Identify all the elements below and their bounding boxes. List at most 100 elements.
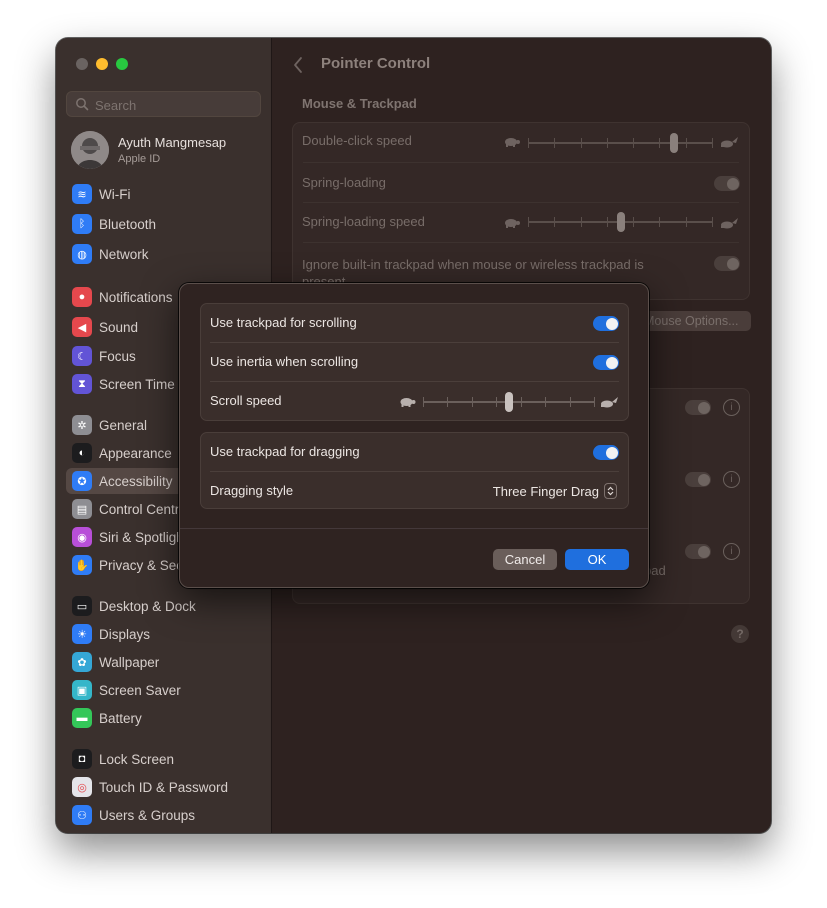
dragging-style-popup[interactable]: Three Finger Drag xyxy=(493,483,617,499)
sidebar-item-label: Screen Time xyxy=(99,376,175,392)
users-icon: ⚇ xyxy=(72,805,92,825)
trackpad-options-sheet: Use trackpad for scrolling Use inertia w… xyxy=(179,283,649,588)
search-input[interactable] xyxy=(93,95,257,115)
scrolling-toggle[interactable] xyxy=(593,316,619,331)
double-click-speed-slider[interactable] xyxy=(528,133,713,153)
info-icon[interactable]: i xyxy=(723,399,740,416)
hourglass-icon: ⧗ xyxy=(72,374,92,394)
sidebar-item-bluetooth[interactable]: ᛒ Bluetooth xyxy=(66,211,263,237)
turtle-icon xyxy=(505,219,520,228)
sidebar-item-network[interactable]: ◍ Network xyxy=(66,241,263,267)
avatar xyxy=(71,131,109,169)
info-icon[interactable]: i xyxy=(723,543,740,560)
inertia-row: Use inertia when scrolling xyxy=(201,343,628,382)
accessibility-icon: ✪ xyxy=(72,471,92,491)
mouse-trackpad-group: Double-click speed Spring-loading Spring… xyxy=(292,122,750,300)
sidebar-item-label: Notifications xyxy=(99,289,173,305)
sidebar-item-label: Siri & Spotlight xyxy=(99,529,188,545)
spring-loading-speed-label: Spring-loading speed xyxy=(302,214,425,229)
apple-id-account[interactable]: Ayuth Mangmesap Apple ID xyxy=(71,131,266,171)
sidebar-item-label: Control Centre xyxy=(99,501,187,517)
sidebar-item-desktop-dock[interactable]: ▭ Desktop & Dock xyxy=(66,593,263,619)
ignore-trackpad-toggle[interactable] xyxy=(714,256,740,271)
trackpad-option-toggle-2[interactable] xyxy=(685,472,711,487)
dragging-style-row: Dragging style Three Finger Drag xyxy=(201,472,628,511)
up-down-chevron-icon xyxy=(604,483,617,499)
slider-knob[interactable] xyxy=(670,133,678,153)
slider-knob[interactable] xyxy=(617,212,625,232)
spring-loading-speed-slider[interactable] xyxy=(528,212,713,232)
bell-icon: ● xyxy=(72,287,92,307)
inertia-toggle[interactable] xyxy=(593,355,619,370)
mouse-options-button[interactable]: Mouse Options... xyxy=(636,311,751,331)
minimize-button[interactable] xyxy=(96,58,108,70)
appearance-icon: ◐ xyxy=(72,443,92,463)
double-click-speed-label: Double-click speed xyxy=(302,133,412,148)
rabbit-icon xyxy=(721,218,738,229)
sidebar-item-label: Displays xyxy=(99,626,151,642)
scrolling-row: Use trackpad for scrolling xyxy=(201,304,628,343)
close-button[interactable] xyxy=(76,58,88,70)
sidebar-item-label: Battery xyxy=(99,710,142,726)
inertia-label: Use inertia when scrolling xyxy=(210,354,359,369)
fingerprint-icon: ◎ xyxy=(72,777,92,797)
dragging-group: Use trackpad for dragging Dragging style… xyxy=(200,432,629,509)
sidebar-item-label: Network xyxy=(99,246,149,262)
sidebar-item-battery[interactable]: ▬ Battery xyxy=(66,705,263,731)
sidebar-item-displays[interactable]: ☀ Displays xyxy=(66,621,263,647)
spring-loading-toggle[interactable] xyxy=(714,176,740,191)
zoom-button[interactable] xyxy=(116,58,128,70)
sidebar-item-label: Sound xyxy=(99,319,139,335)
dock-icon: ▭ xyxy=(72,596,92,616)
rabbit-icon xyxy=(601,397,618,408)
sidebar-item-label: Appearance xyxy=(99,445,172,461)
bluetooth-icon: ᛒ xyxy=(72,214,92,234)
scrolling-label: Use trackpad for scrolling xyxy=(210,315,357,330)
dragging-toggle[interactable] xyxy=(593,445,619,460)
sidebar-item-label: Bluetooth xyxy=(99,216,157,232)
sidebar-item-users-groups[interactable]: ⚇ Users & Groups xyxy=(66,802,263,828)
rabbit-icon xyxy=(721,137,738,148)
dragging-style-label: Dragging style xyxy=(210,483,294,498)
scroll-speed-label: Scroll speed xyxy=(210,393,282,408)
sidebar-item-wallpaper[interactable]: ✿ Wallpaper xyxy=(66,649,263,675)
page-title: Pointer Control xyxy=(321,55,431,72)
moon-icon: ☾ xyxy=(72,346,92,366)
sidebar-item-label: Users & Groups xyxy=(99,807,196,823)
account-subtitle: Apple ID xyxy=(118,153,161,165)
spring-loading-label: Spring-loading xyxy=(302,175,386,190)
cancel-button[interactable]: Cancel xyxy=(493,549,557,570)
back-chevron-icon[interactable] xyxy=(292,56,304,74)
turtle-icon xyxy=(400,398,416,407)
sidebar-item-label: Desktop & Dock xyxy=(99,598,196,614)
trackpad-option-toggle-3[interactable] xyxy=(685,544,711,559)
turtle-icon xyxy=(505,138,520,147)
gear-icon: ✲ xyxy=(72,415,92,435)
battery-icon: ▬ xyxy=(72,708,92,728)
sidebar-item-screen-saver[interactable]: ▣ Screen Saver xyxy=(66,677,263,703)
search-field[interactable] xyxy=(66,91,261,117)
slider-knob[interactable] xyxy=(505,392,513,412)
trackpad-option-toggle-1[interactable] xyxy=(685,400,711,415)
scroll-speed-slider[interactable] xyxy=(423,392,595,412)
window-controls xyxy=(76,58,128,70)
flower-icon: ✿ xyxy=(72,652,92,672)
dragging-style-value: Three Finger Drag xyxy=(492,483,599,499)
sidebar-item-label: General xyxy=(99,417,148,433)
wifi-icon: ≋ xyxy=(72,184,92,204)
ok-button[interactable]: OK xyxy=(565,549,629,570)
lock-icon: ◘ xyxy=(72,749,92,769)
sidebar-item-lock-screen[interactable]: ◘ Lock Screen xyxy=(66,746,263,772)
sidebar-item-wi-fi[interactable]: ≋ Wi-Fi xyxy=(66,181,263,207)
sidebar-item-label: Touch ID & Password xyxy=(99,779,229,795)
help-button[interactable]: ? xyxy=(731,625,749,643)
sidebar-item-label: Screen Saver xyxy=(99,682,181,698)
sidebar-item-touch-id-password[interactable]: ◎ Touch ID & Password xyxy=(66,774,263,800)
control-centre-icon: ▤ xyxy=(72,499,92,519)
sidebar-item-label: Wallpaper xyxy=(99,654,160,670)
info-icon[interactable]: i xyxy=(723,471,740,488)
section-title-mouse-trackpad: Mouse & Trackpad xyxy=(302,96,417,111)
account-name: Ayuth Mangmesap xyxy=(118,135,227,150)
globe-icon: ◍ xyxy=(72,244,92,264)
sidebar-item-label: Wi-Fi xyxy=(99,186,131,202)
